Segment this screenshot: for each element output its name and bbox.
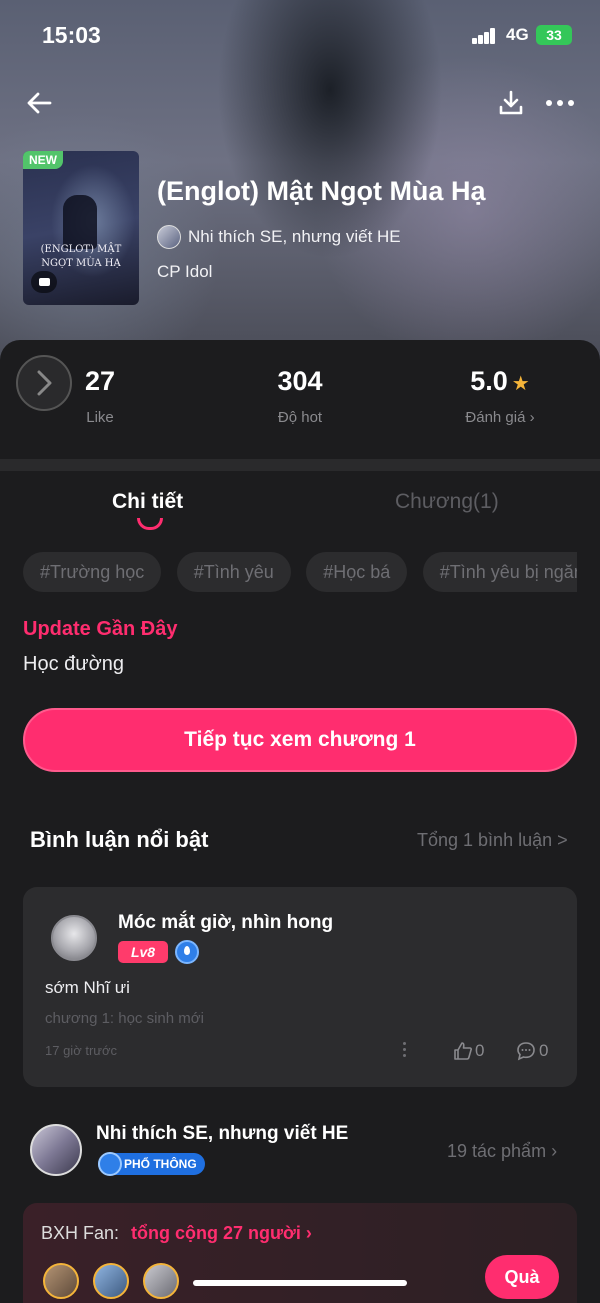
- commenter-avatar[interactable]: [51, 915, 97, 961]
- update-text: Học đường: [23, 653, 124, 675]
- continue-reading-button[interactable]: Tiếp tục xem chương 1: [23, 708, 577, 772]
- likes-label: Like: [86, 409, 114, 426]
- cover-title: (ENGLOT) MẬT NGỌT MÙA HẠ: [40, 244, 122, 269]
- rating-value-row: 5.0 ★: [445, 366, 555, 397]
- more-options-icon[interactable]: [544, 88, 576, 118]
- tag-chip[interactable]: #Tình yêu: [176, 552, 291, 592]
- fan-ranking-label: BXH Fan:: [41, 1223, 120, 1243]
- read-chevron-button[interactable]: [16, 355, 72, 411]
- tag-chip[interactable]: #Trường học: [23, 552, 162, 592]
- download-icon[interactable]: [496, 88, 526, 118]
- level-badge: Lv8: [118, 941, 168, 963]
- reply-bubble-icon[interactable]: [516, 1041, 536, 1061]
- gift-button[interactable]: Quà: [485, 1255, 559, 1299]
- author-profile-avatar[interactable]: [30, 1124, 82, 1176]
- section-divider: [0, 459, 600, 471]
- hot-label: Độ hot: [277, 409, 323, 426]
- all-comments-link[interactable]: Tổng 1 bình luận >: [417, 830, 568, 851]
- status-time: 15:03: [42, 22, 101, 48]
- rating-value: 5.0: [470, 366, 508, 396]
- stat-likes[interactable]: 27 Like: [70, 366, 130, 426]
- rank-gem-icon: [98, 1152, 122, 1176]
- comments-heading: Bình luận nổi bật: [30, 827, 209, 852]
- tab-chapters[interactable]: Chương(1): [395, 490, 499, 514]
- tab-details[interactable]: Chi tiết: [112, 490, 183, 514]
- tag-chip[interactable]: #Học bá: [306, 552, 408, 592]
- book-category: CP Idol: [157, 262, 213, 281]
- tag-list: #Trường học #Tình yêu #Học bá #Tình yêu …: [23, 552, 577, 594]
- stat-rating[interactable]: 5.0 ★ Đánh giá ›: [445, 366, 555, 426]
- author-profile-name[interactable]: Nhi thích SE, nhưng viết HE: [96, 1123, 348, 1145]
- rating-label: Đánh giá ›: [465, 409, 535, 426]
- commenter-name[interactable]: Móc mắt giờ, nhìn hong: [118, 912, 333, 934]
- book-title: (Englot) Mật Ngọt Mùa Hạ: [157, 176, 486, 206]
- likes-value: 27: [84, 366, 116, 396]
- fan-avatar[interactable]: [93, 1263, 129, 1299]
- stat-hot: 304 Độ hot: [250, 366, 350, 426]
- hot-value: 304: [277, 366, 323, 396]
- author-works-link[interactable]: 19 tác phẩm ›: [447, 1141, 557, 1162]
- back-arrow-icon[interactable]: [24, 88, 54, 118]
- book-cover[interactable]: NEW (ENGLOT) MẬT NGỌT MÙA HẠ: [23, 151, 139, 305]
- author-avatar[interactable]: [157, 225, 181, 249]
- status-bar: 15:03 4G 33: [0, 0, 600, 70]
- new-badge: NEW: [23, 151, 63, 169]
- top-navigation: [0, 80, 600, 124]
- fan-total-link[interactable]: tổng cộng 27 người ›: [131, 1223, 312, 1244]
- thumbs-up-icon[interactable]: [453, 1041, 473, 1061]
- home-indicator[interactable]: [193, 1280, 407, 1286]
- active-tab-indicator: [137, 518, 163, 530]
- cover-figure: [63, 195, 97, 249]
- fan-avatar[interactable]: [143, 1263, 179, 1299]
- star-icon: ★: [511, 373, 530, 395]
- fan-ranking-panel[interactable]: BXH Fan: tổng cộng 27 người › Quà: [23, 1203, 577, 1303]
- chevron-right-icon: [37, 370, 52, 396]
- chat-bubble-icon: [31, 271, 57, 293]
- signal-icon: [472, 28, 498, 44]
- comment-card[interactable]: Móc mắt giờ, nhìn hong Lv8 sớm Nhĩ ưi ch…: [23, 887, 577, 1087]
- tag-chip[interactable]: #Tình yêu bị ngăn cấm: [422, 552, 577, 592]
- comment-time: 17 giờ trước: [45, 1043, 117, 1058]
- like-count: 0: [475, 1041, 485, 1060]
- comment-text: sớm Nhĩ ưi: [45, 978, 130, 997]
- battery-level: 33: [546, 27, 562, 43]
- gem-icon: [175, 940, 199, 964]
- reply-count: 0: [539, 1041, 549, 1060]
- battery-icon: 33: [536, 25, 572, 45]
- comment-chapter[interactable]: chương 1: học sinh mới: [45, 1010, 204, 1027]
- author-name-link[interactable]: Nhi thích SE, nhưng viết HE: [188, 227, 401, 247]
- network-label: 4G: [506, 25, 529, 44]
- update-heading: Update Gần Đây: [23, 618, 178, 640]
- fan-avatar[interactable]: [43, 1263, 79, 1299]
- comment-more-icon[interactable]: [401, 1042, 407, 1060]
